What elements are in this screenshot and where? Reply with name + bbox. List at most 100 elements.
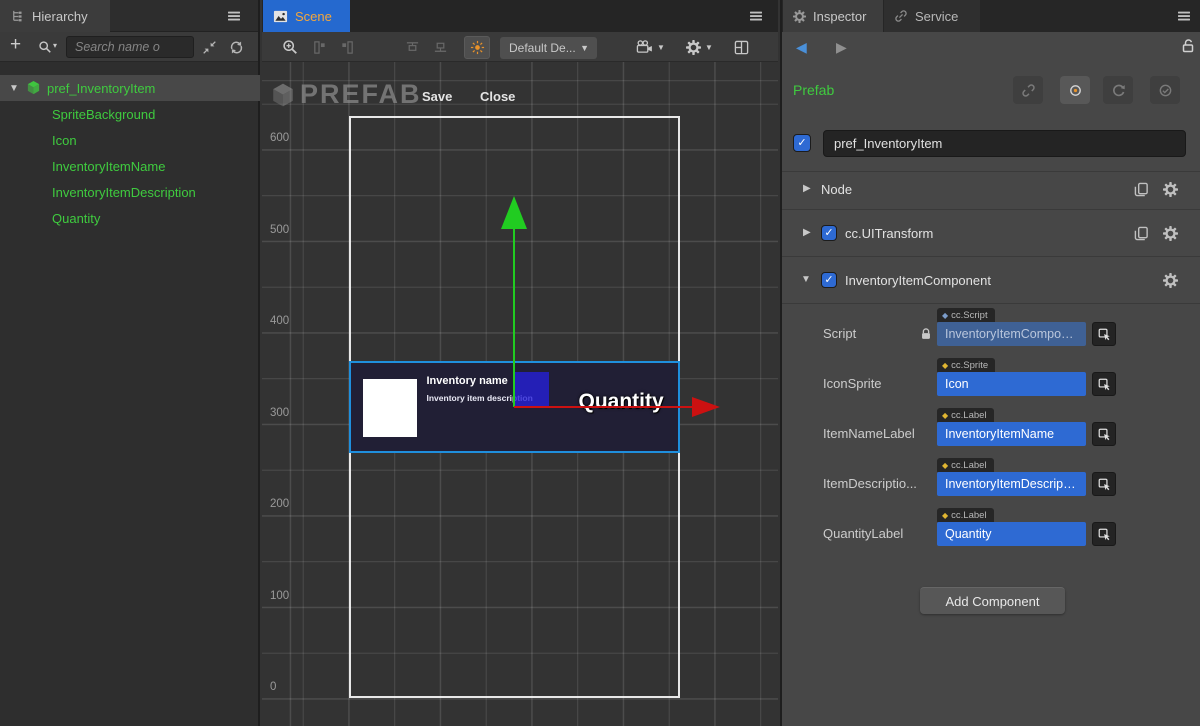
tree-row[interactable]: Icon — [0, 127, 260, 153]
node-picker-button[interactable] — [1092, 472, 1116, 496]
save-button[interactable]: Save — [422, 89, 452, 104]
label-reference-field[interactable]: Quantity — [937, 522, 1086, 546]
editor-window: Hierarchy + ▾ ▼ pref_InventoryItem Sprit… — [0, 0, 1200, 726]
node-picker-button[interactable] — [1092, 322, 1116, 346]
tree-row[interactable]: InventoryItemName — [0, 153, 260, 179]
section-title: Node — [821, 182, 852, 197]
menu-icon[interactable] — [1176, 8, 1192, 24]
type-chip: ◆cc.Label — [937, 408, 994, 422]
ruler-label: 100 — [270, 590, 300, 602]
node-picker-button[interactable] — [1092, 372, 1116, 396]
gizmo-y-axis[interactable] — [513, 212, 515, 407]
copy-icon[interactable] — [1134, 226, 1149, 241]
node-picker-icon — [1098, 328, 1111, 341]
scene-tab-label: Scene — [295, 9, 332, 24]
forward-icon[interactable]: ▶ — [836, 39, 847, 56]
locate-asset-button[interactable] — [1060, 76, 1090, 104]
node-active-checkbox[interactable]: ✓ — [793, 134, 811, 152]
device-dropdown[interactable]: Default De... ▼ — [500, 37, 597, 59]
property-label: Script — [823, 326, 917, 341]
gizmo-x-axis[interactable] — [514, 406, 692, 408]
tree-row[interactable]: InventoryItemDescription — [0, 179, 260, 205]
asset-type-label: Prefab — [793, 82, 834, 98]
tab-hierarchy[interactable]: Hierarchy — [0, 0, 110, 32]
search-icon[interactable] — [38, 40, 52, 54]
label-reference-field[interactable]: InventoryItemName — [937, 422, 1086, 446]
section-caret-icon: ▶ — [803, 227, 811, 238]
type-chip: ◆cc.Sprite — [937, 358, 995, 372]
zoom-icon[interactable] — [282, 39, 298, 55]
gear-icon[interactable] — [1163, 273, 1178, 288]
component-enabled-checkbox[interactable]: ✓ — [821, 225, 837, 241]
unlock-icon[interactable] — [1180, 38, 1196, 54]
add-node-button[interactable]: + — [10, 34, 21, 56]
gear-icon[interactable] — [1163, 226, 1178, 241]
script-reference-field[interactable]: InventoryItemComponen... — [937, 322, 1086, 346]
apply-prefab-button[interactable] — [1150, 76, 1180, 104]
node-picker-icon — [1098, 478, 1111, 491]
hierarchy-tree-icon — [10, 9, 25, 24]
gizmo-x-arrow-icon[interactable] — [692, 397, 720, 417]
copy-icon[interactable] — [1134, 182, 1149, 197]
tree-item-label: pref_InventoryItem — [47, 81, 155, 96]
align-right-icon[interactable] — [340, 40, 355, 55]
section-node[interactable]: ▶ Node — [782, 172, 1200, 209]
hierarchy-tabbar: Hierarchy — [0, 0, 258, 32]
script-type-icon: ◆ — [942, 312, 948, 320]
align-bottom-icon[interactable] — [433, 40, 448, 55]
gizmo-light-button[interactable] — [464, 36, 490, 59]
node-picker-button[interactable] — [1092, 522, 1116, 546]
property-label: ItemDescriptio... — [823, 476, 917, 491]
section-uitransform[interactable]: ▶ ✓ cc.UITransform — [782, 210, 1200, 256]
gear-icon — [793, 10, 806, 23]
align-top-icon[interactable] — [405, 40, 420, 55]
tree-row[interactable]: Quantity — [0, 205, 260, 231]
add-component-button[interactable]: Add Component — [920, 587, 1065, 614]
gizmo-y-arrow-icon[interactable] — [501, 196, 527, 229]
back-icon[interactable]: ◀ — [796, 39, 807, 56]
tree-item-label: InventoryItemDescription — [52, 185, 196, 200]
search-input[interactable] — [66, 36, 194, 58]
label-reference-field[interactable]: InventoryItemDescription — [937, 472, 1086, 496]
close-button[interactable]: Close — [480, 89, 515, 104]
node-name-input[interactable] — [823, 130, 1186, 157]
tab-scene[interactable]: Scene — [263, 0, 350, 32]
camera-icon[interactable] — [636, 39, 653, 55]
type-chip: ◆cc.Script — [937, 308, 995, 322]
collapse-all-icon[interactable] — [202, 40, 217, 55]
gear-caret-icon[interactable]: ▼ — [705, 43, 713, 52]
menu-icon[interactable] — [226, 8, 242, 24]
section-inventory-item-component[interactable]: ▼ ✓ InventoryItemComponent — [782, 257, 1200, 303]
sprite-reference-field[interactable]: Icon — [937, 372, 1086, 396]
gear-icon[interactable] — [686, 40, 701, 55]
lock-icon — [919, 327, 933, 341]
section-title: cc.UITransform — [845, 226, 933, 241]
scene-panel: Scene Default De... ▼ ▼ ▼ 600 — [262, 0, 778, 726]
scene-tabbar: Scene — [262, 0, 778, 32]
node-picker-icon — [1098, 378, 1111, 391]
unlink-prefab-button[interactable] — [1013, 76, 1043, 104]
align-left-icon[interactable] — [312, 40, 327, 55]
tab-service[interactable]: Service — [884, 0, 980, 32]
camera-caret-icon[interactable]: ▼ — [657, 43, 665, 52]
component-enabled-checkbox[interactable]: ✓ — [821, 272, 837, 288]
tree-row[interactable]: SpriteBackground — [0, 101, 260, 127]
scene-viewport[interactable]: 600 500 400 300 200 100 0 PREFAB Save Cl… — [262, 62, 778, 726]
hierarchy-tab-label: Hierarchy — [32, 9, 88, 24]
tree-item-label: InventoryItemName — [52, 159, 165, 174]
layout-icon[interactable] — [734, 40, 749, 55]
expand-caret-icon[interactable]: ▼ — [9, 83, 19, 94]
menu-icon[interactable] — [748, 8, 764, 24]
gear-icon[interactable] — [1163, 182, 1178, 197]
node-picker-button[interactable] — [1092, 422, 1116, 446]
tab-inspector[interactable]: Inspector — [783, 0, 883, 32]
service-tab-label: Service — [915, 9, 958, 24]
refresh-icon[interactable] — [229, 40, 244, 55]
prefab-mode-banner: PREFAB — [300, 79, 422, 110]
property-label: IconSprite — [823, 376, 917, 391]
sprite-type-icon: ◆ — [942, 362, 948, 370]
search-filter-caret-icon[interactable]: ▾ — [53, 41, 57, 50]
gizmo-xy-plane-handle[interactable] — [513, 372, 549, 407]
tree-row-root[interactable]: ▼ pref_InventoryItem — [0, 75, 260, 101]
reset-prefab-button[interactable] — [1103, 76, 1133, 104]
